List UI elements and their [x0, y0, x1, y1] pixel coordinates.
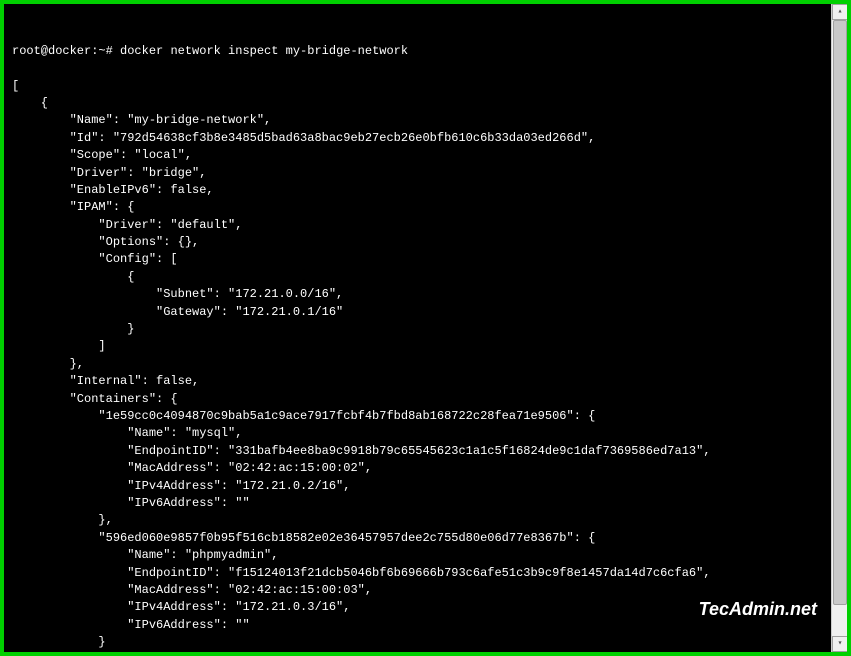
output-line: "Driver": "bridge", — [12, 165, 823, 182]
output-line: "Driver": "default", — [12, 217, 823, 234]
scroll-up-arrow-icon[interactable]: ▴ — [832, 4, 847, 20]
terminal-output[interactable]: root@docker:~# docker network inspect my… — [4, 4, 831, 652]
output-line: "Name": "phpmyadmin", — [12, 547, 823, 564]
prompt-line-1: root@docker:~# docker network inspect my… — [12, 43, 823, 60]
output-line: "IPv6Address": "" — [12, 495, 823, 512]
output-line: "EnableIPv6": false, — [12, 182, 823, 199]
output-line: { — [12, 95, 823, 112]
scrollbar[interactable]: ▴ ▾ — [831, 4, 847, 652]
scroll-track[interactable] — [832, 20, 847, 636]
output-line: }, — [12, 512, 823, 529]
output-line: "IPAM": { — [12, 199, 823, 216]
scroll-thumb[interactable] — [833, 20, 847, 605]
output-line: "EndpointID": "331bafb4ee8ba9c9918b79c65… — [12, 443, 823, 460]
output-line: } — [12, 634, 823, 651]
terminal-window: root@docker:~# docker network inspect my… — [4, 4, 847, 652]
output-line: "Internal": false, — [12, 373, 823, 390]
output-line: "596ed060e9857f0b95f516cb18582e02e364579… — [12, 530, 823, 547]
output-line: "Name": "my-bridge-network", — [12, 112, 823, 129]
output-line: ] — [12, 338, 823, 355]
output-line: "IPv4Address": "172.21.0.2/16", — [12, 478, 823, 495]
output-line: { — [12, 269, 823, 286]
output-line: "Subnet": "172.21.0.0/16", — [12, 286, 823, 303]
prompt-symbol: # — [106, 43, 113, 60]
output-line: "Gateway": "172.21.0.1/16" — [12, 304, 823, 321]
command-text: docker network inspect my-bridge-network — [120, 43, 408, 60]
output-line: "Id": "792d54638cf3b8e3485d5bad63a8bac9e… — [12, 130, 823, 147]
prompt-separator: : — [91, 43, 98, 60]
output-line: }, — [12, 651, 823, 652]
scroll-down-arrow-icon[interactable]: ▾ — [832, 636, 847, 652]
prompt-path: ~ — [98, 43, 105, 60]
output-line: [ — [12, 78, 823, 95]
output-line: } — [12, 321, 823, 338]
output-line: "1e59cc0c4094870c9bab5a1c9ace7917fcbf4b7… — [12, 408, 823, 425]
json-output: [ { "Name": "my-bridge-network", "Id": "… — [12, 78, 823, 652]
output-line: "Scope": "local", — [12, 147, 823, 164]
output-line: "Config": [ — [12, 251, 823, 268]
output-line: "Name": "mysql", — [12, 425, 823, 442]
prompt-user-host: root@docker — [12, 43, 91, 60]
output-line: "Options": {}, — [12, 234, 823, 251]
output-line: "Containers": { — [12, 391, 823, 408]
watermark: TecAdmin.net — [699, 596, 817, 622]
output-line: }, — [12, 356, 823, 373]
output-line: "EndpointID": "f15124013f21dcb5046bf6b69… — [12, 565, 823, 582]
output-line: "MacAddress": "02:42:ac:15:00:02", — [12, 460, 823, 477]
